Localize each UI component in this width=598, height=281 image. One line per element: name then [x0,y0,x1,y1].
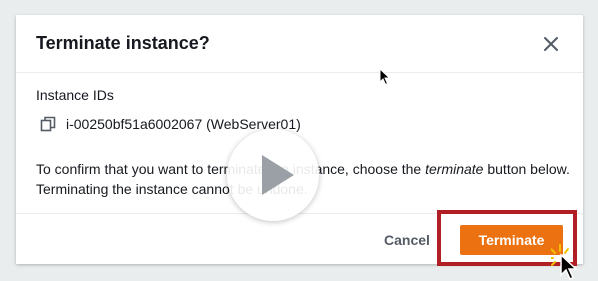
modal-title: Terminate instance? [36,33,210,53]
play-button[interactable] [227,129,319,221]
confirm-message-emphasis: terminate [425,161,484,177]
cancel-button[interactable]: Cancel [378,227,436,253]
play-icon [262,155,294,195]
instance-ids-label: Instance IDs [36,87,114,103]
mouse-pointer-icon [379,68,391,86]
close-button[interactable] [539,32,563,56]
modal-header: Terminate instance? [16,15,583,73]
close-icon [544,37,558,51]
copy-icon[interactable] [40,116,56,132]
click-pointer-icon [551,244,578,281]
